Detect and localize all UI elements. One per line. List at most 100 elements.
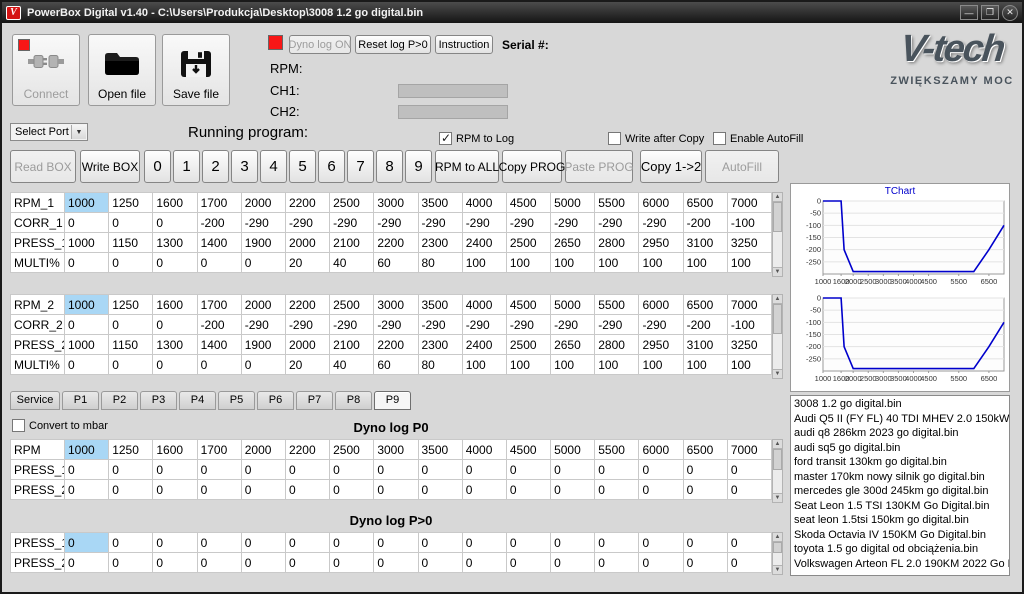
grid-cell[interactable]: 2950 <box>639 233 683 253</box>
grid-cell[interactable]: -290 <box>639 315 683 335</box>
grid-cell[interactable]: 0 <box>330 460 374 480</box>
grid-cell[interactable]: 0 <box>639 460 683 480</box>
title-bar[interactable]: V PowerBox Digital v1.40 - C:\Users\Prod… <box>2 2 1022 23</box>
tab-p2[interactable]: P2 <box>101 391 138 410</box>
scroll-track[interactable] <box>773 303 782 370</box>
grid-cell[interactable]: 40 <box>330 355 374 375</box>
scroll-thumb[interactable] <box>773 449 782 470</box>
grid-cell[interactable]: 2400 <box>462 335 506 355</box>
grid-cell[interactable]: 1700 <box>197 193 241 213</box>
grid-cell[interactable]: -290 <box>595 315 639 335</box>
paste-prog-button[interactable]: Paste PROG <box>565 150 633 183</box>
scroll-down-icon[interactable] <box>772 369 783 379</box>
grid-cell[interactable]: 2300 <box>418 233 462 253</box>
grid-cell[interactable]: -290 <box>639 213 683 233</box>
program1-scrollbar[interactable] <box>772 192 783 277</box>
grid-cell[interactable]: 0 <box>595 480 639 500</box>
grid-cell[interactable]: 0 <box>462 533 506 553</box>
grid-cell[interactable]: 0 <box>109 480 153 500</box>
grid-cell[interactable]: -290 <box>285 213 329 233</box>
grid-cell[interactable]: 100 <box>727 355 771 375</box>
grid-cell[interactable]: 1250 <box>109 440 153 460</box>
grid-cell[interactable]: 0 <box>153 460 197 480</box>
grid-cell[interactable]: 0 <box>153 315 197 335</box>
grid-cell[interactable]: 0 <box>374 480 418 500</box>
copy-prog-button[interactable]: Copy PROG <box>502 150 562 183</box>
grid-cell[interactable]: 0 <box>506 460 550 480</box>
grid-cell[interactable]: 0 <box>241 480 285 500</box>
grid-cell[interactable]: 60 <box>374 253 418 273</box>
tab-p4[interactable]: P4 <box>179 391 216 410</box>
digit-button-0[interactable]: 0 <box>144 150 171 183</box>
grid-cell[interactable]: -100 <box>727 315 771 335</box>
grid-cell[interactable]: 1000 <box>65 295 109 315</box>
grid-cell[interactable]: 0 <box>727 533 771 553</box>
grid-cell[interactable]: 0 <box>595 553 639 573</box>
grid-cell[interactable]: 100 <box>551 355 595 375</box>
grid-cell[interactable]: 0 <box>109 553 153 573</box>
grid-cell[interactable]: 3000 <box>374 193 418 213</box>
grid-cell[interactable]: 1700 <box>197 440 241 460</box>
grid-cell[interactable]: 0 <box>374 553 418 573</box>
digit-button-5[interactable]: 5 <box>289 150 316 183</box>
grid-cell[interactable]: 1400 <box>197 233 241 253</box>
grid-cell[interactable]: 0 <box>551 533 595 553</box>
grid-cell[interactable]: 80 <box>418 253 462 273</box>
grid-cell[interactable]: 100 <box>639 253 683 273</box>
grid-cell[interactable]: 60 <box>374 355 418 375</box>
grid-cell[interactable]: 0 <box>683 460 727 480</box>
dyno-p0-scrollbar[interactable] <box>772 439 783 503</box>
grid-cell[interactable]: 3500 <box>418 295 462 315</box>
grid-cell[interactable]: 0 <box>330 533 374 553</box>
grid-cell[interactable]: 100 <box>639 355 683 375</box>
digit-button-9[interactable]: 9 <box>405 150 432 183</box>
grid-cell[interactable]: 2500 <box>330 295 374 315</box>
file-list-item[interactable]: ford transit 130km go digital.bin <box>791 455 1009 470</box>
grid-cell[interactable]: 0 <box>418 533 462 553</box>
grid-cell[interactable]: 6500 <box>683 440 727 460</box>
file-list[interactable]: 3008 1.2 go digital.binAudi Q5 II (FY FL… <box>790 395 1010 576</box>
grid-cell[interactable]: 0 <box>153 213 197 233</box>
grid-cell[interactable]: 0 <box>551 480 595 500</box>
dyno-log-button[interactable]: Dyno log ON <box>289 35 351 54</box>
scroll-track[interactable] <box>773 201 782 268</box>
grid-cell[interactable]: 6000 <box>639 440 683 460</box>
grid-cell[interactable]: 100 <box>595 355 639 375</box>
grid-cell[interactable]: 0 <box>506 553 550 573</box>
copy-1-to-2-button[interactable]: Copy 1->2 <box>640 150 702 183</box>
grid-cell[interactable]: 4500 <box>506 440 550 460</box>
grid-cell[interactable]: 2300 <box>418 335 462 355</box>
digit-button-7[interactable]: 7 <box>347 150 374 183</box>
scroll-down-icon[interactable] <box>772 267 783 277</box>
grid-cell[interactable]: 100 <box>462 253 506 273</box>
file-list-item[interactable]: Seat Leon 1.5 TSI 130KM Go Digital.bin <box>791 499 1009 514</box>
grid-cell[interactable]: 1000 <box>65 335 109 355</box>
grid-cell[interactable]: 3250 <box>727 335 771 355</box>
grid-cell[interactable]: 0 <box>374 460 418 480</box>
grid-cell[interactable]: 0 <box>65 533 109 553</box>
grid-cell[interactable]: 0 <box>330 480 374 500</box>
tab-p6[interactable]: P6 <box>257 391 294 410</box>
grid-cell[interactable]: -290 <box>330 213 374 233</box>
grid-cell[interactable]: 1700 <box>197 295 241 315</box>
grid-cell[interactable]: 5500 <box>595 193 639 213</box>
grid-cell[interactable]: 2800 <box>595 335 639 355</box>
grid-cell[interactable]: 0 <box>241 253 285 273</box>
grid-cell[interactable]: 0 <box>109 213 153 233</box>
grid-cell[interactable]: 0 <box>197 460 241 480</box>
grid-cell[interactable]: 2950 <box>639 335 683 355</box>
grid-cell[interactable]: 80 <box>418 355 462 375</box>
scroll-track[interactable] <box>773 541 782 566</box>
grid-cell[interactable]: 0 <box>683 553 727 573</box>
grid-cell[interactable]: 7000 <box>727 440 771 460</box>
grid-cell[interactable]: 0 <box>551 553 595 573</box>
grid-cell[interactable]: -290 <box>551 213 595 233</box>
grid-cell[interactable]: 1600 <box>153 193 197 213</box>
grid-cell[interactable]: 0 <box>727 553 771 573</box>
grid-cell[interactable]: 100 <box>506 355 550 375</box>
grid-cell[interactable]: -290 <box>330 315 374 335</box>
grid-cell[interactable]: 2500 <box>506 233 550 253</box>
grid-cell[interactable]: 0 <box>285 460 329 480</box>
file-list-item[interactable]: 3008 1.2 go digital.bin <box>791 397 1009 412</box>
grid-cell[interactable]: 0 <box>639 480 683 500</box>
